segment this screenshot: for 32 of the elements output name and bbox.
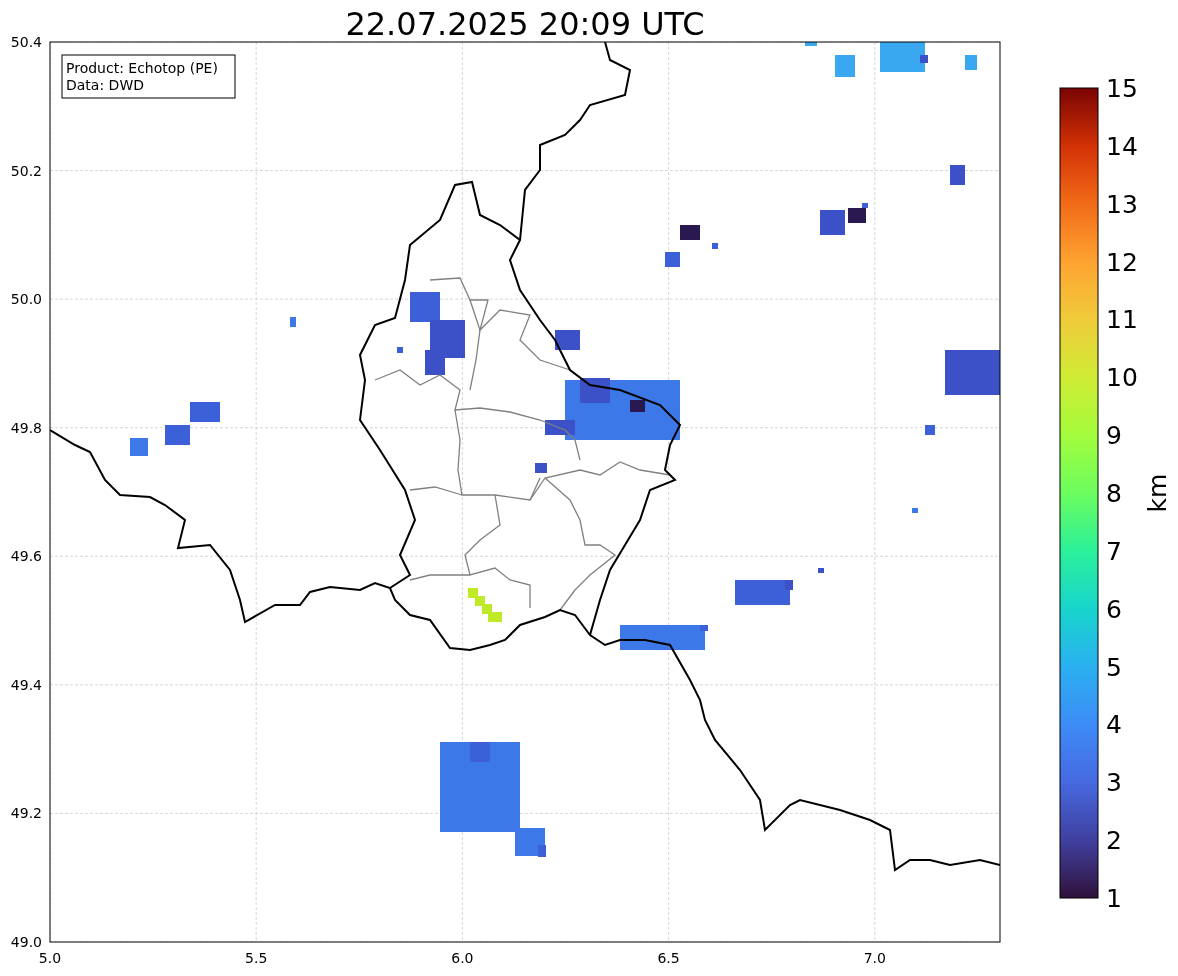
colorbar-tick-label: 2 (1106, 826, 1122, 856)
colorbar-tick-label: 6 (1106, 594, 1122, 624)
x-tick-label: 6.5 (657, 950, 680, 966)
y-tick-label: 49.2 (10, 805, 42, 822)
y-tick-label: 49.0 (10, 934, 42, 950)
colorbar-tick-label: 9 (1106, 421, 1122, 451)
y-tick-label: 49.6 (10, 548, 42, 565)
colorbar-tick-label: 3 (1106, 768, 1122, 798)
y-tick-label: 50.4 (10, 34, 42, 50)
colorbar-tick-label: 8 (1106, 479, 1122, 508)
colorbar-tick-label: 1 (1106, 884, 1122, 913)
x-tick-label: 5.0 (38, 950, 62, 966)
colorbar-tick-label: 10 (1106, 363, 1138, 393)
x-tick-label: 5.5 (245, 950, 268, 966)
colorbar-label: km (1143, 473, 1172, 513)
colorbar-tick-label: 14 (1106, 131, 1138, 161)
colorbar-tick-label: 12 (1106, 247, 1138, 277)
colorbar-tick-label: 5 (1106, 652, 1122, 682)
x-tick-label: 6.0 (451, 950, 474, 966)
y-tick-label: 50.2 (10, 162, 42, 179)
chart-title: 22.07.2025 20:09 UTC (345, 5, 705, 43)
y-tick-label: 49.4 (10, 676, 42, 693)
info-text: Data: DWD (66, 77, 144, 93)
colorbar-tick-label: 15 (1106, 74, 1138, 103)
colorbar-tick-label: 4 (1106, 710, 1122, 740)
colorbar-tick-label: 11 (1106, 305, 1138, 335)
x-tick-label: 7.0 (863, 950, 886, 966)
info-text: Product: Echotop (PE) (66, 60, 218, 76)
y-tick-label: 49.8 (10, 419, 42, 436)
y-tick-label: 50.0 (10, 291, 42, 308)
colorbar-tick-label: 13 (1106, 189, 1138, 219)
colorbar-tick-label: 7 (1106, 536, 1122, 566)
